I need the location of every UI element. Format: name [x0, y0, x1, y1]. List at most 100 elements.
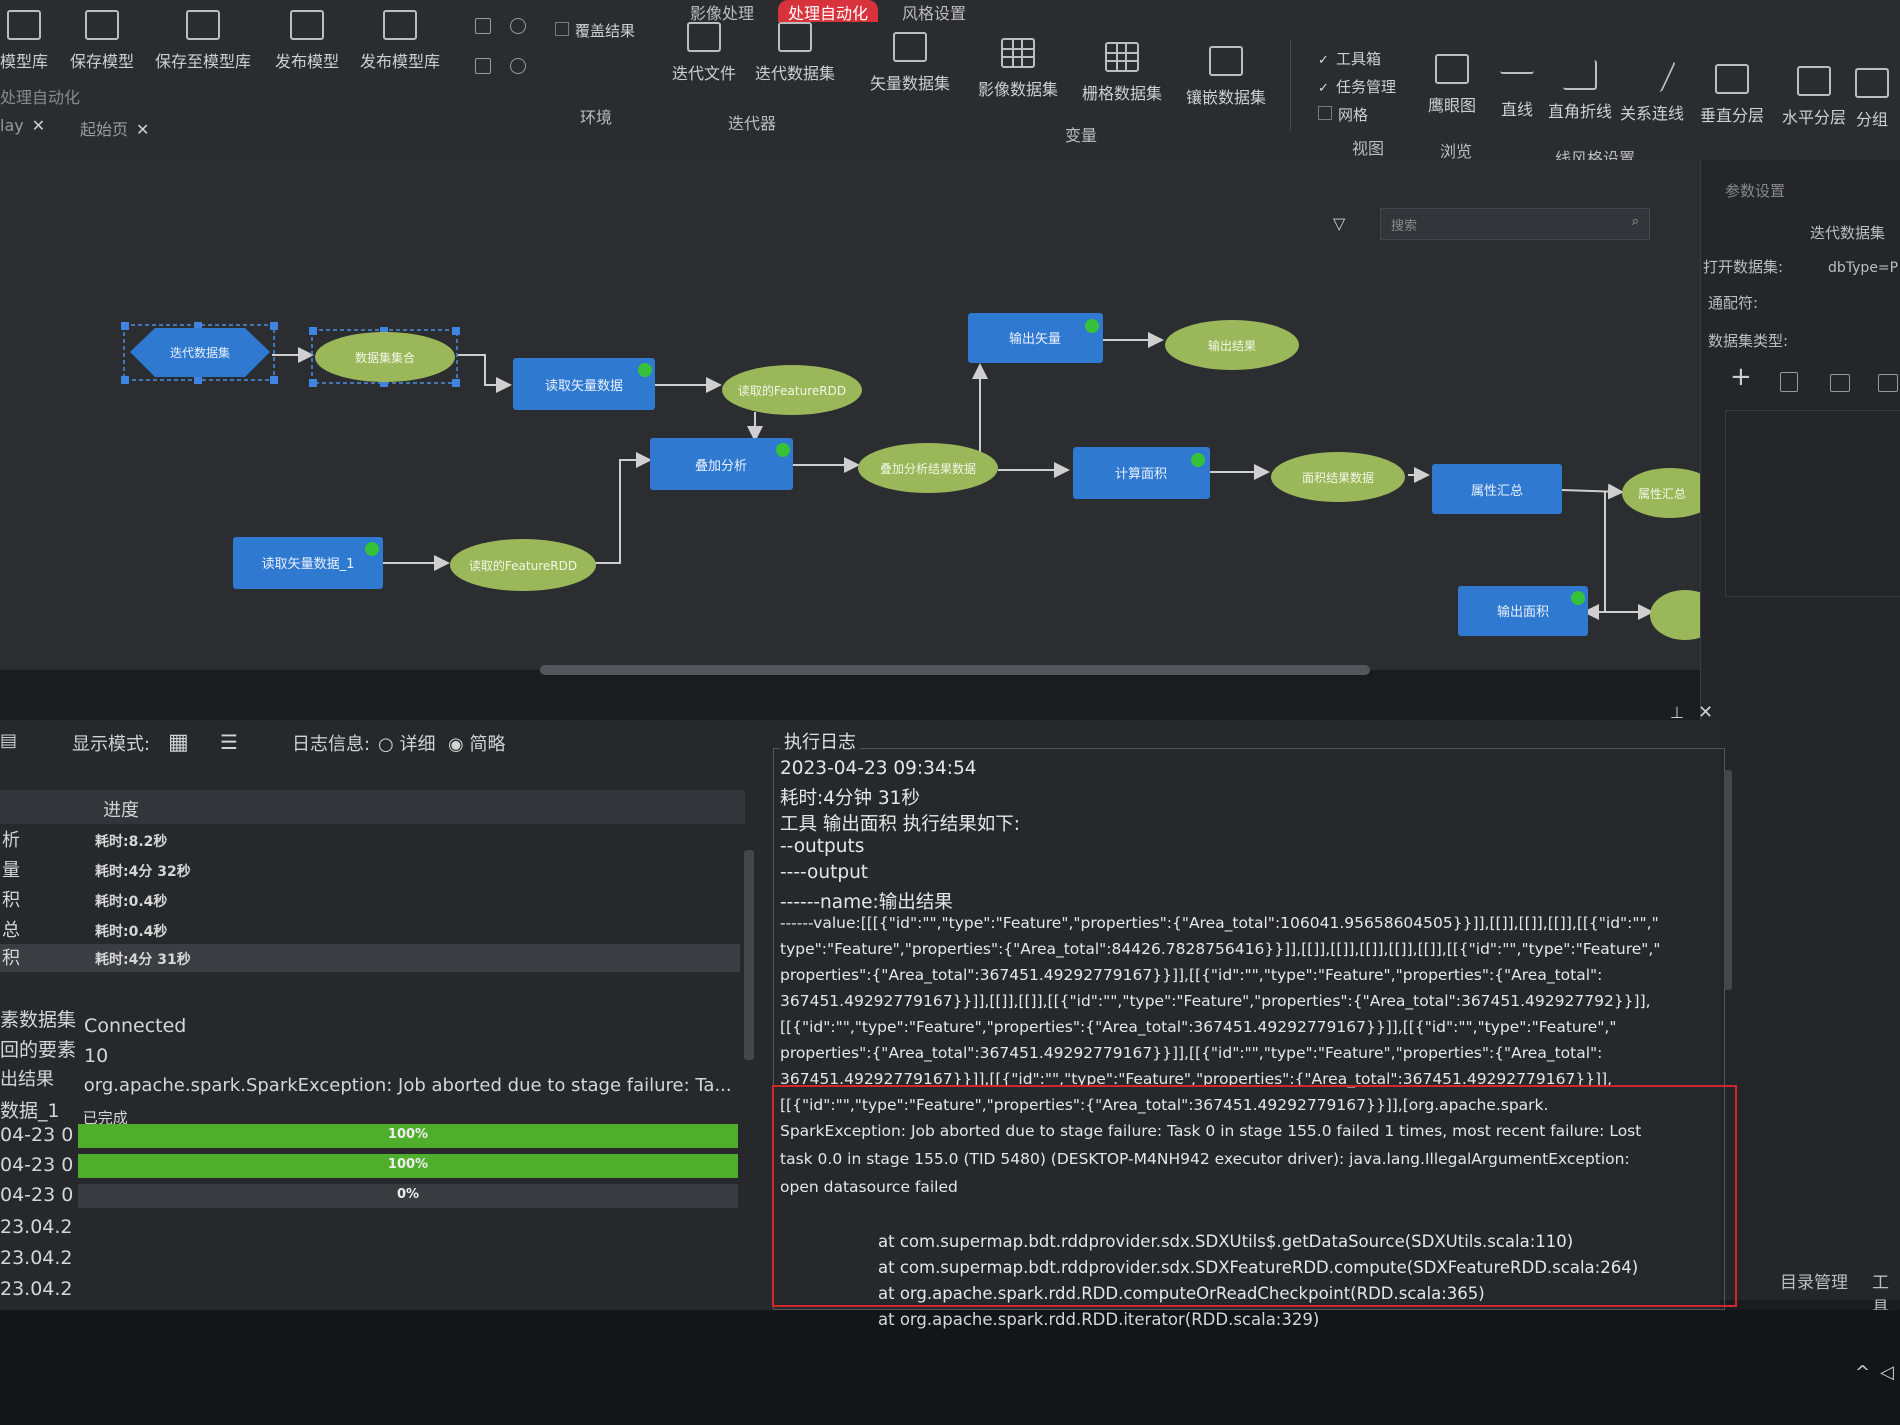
table-row-selected[interactable]: 积耗时:4分 31秒: [0, 944, 740, 972]
overlay-result-checkbox[interactable]: 覆盖结果: [555, 20, 635, 41]
info-row: 素数据集 Connected: [0, 1009, 187, 1037]
tab-image-processing[interactable]: 影像处理: [680, 0, 764, 23]
date-row: 23.04.2: [0, 1216, 73, 1238]
node-label: 面积结果数据: [1302, 470, 1374, 485]
model-lib-button[interactable]: 模型库: [0, 10, 48, 72]
search-input[interactable]: 搜索 ⌕: [1380, 208, 1650, 240]
list-view-icon[interactable]: ☰: [220, 730, 238, 754]
node-overlay[interactable]: 叠加分析: [650, 438, 793, 490]
props-title: 参数设置: [1725, 182, 1786, 200]
relation-line-button[interactable]: 关系连线: [1620, 62, 1684, 124]
group-label-browse: 浏览: [1440, 142, 1473, 161]
toolbox-checkbox[interactable]: ✓ 工具箱: [1318, 48, 1381, 69]
delete-icon[interactable]: [1780, 372, 1798, 392]
image-grid-icon: [1001, 38, 1035, 68]
mosaic-icon: [1209, 46, 1243, 76]
vertical-layer-icon: [1715, 64, 1749, 94]
tab-style-settings[interactable]: 风格设置: [892, 0, 976, 23]
orth-polyline-button[interactable]: 直角折线: [1548, 60, 1612, 122]
node-stats-result[interactable]: 属性汇总: [1622, 468, 1700, 518]
doc-tab-lay[interactable]: lay ✕: [0, 116, 45, 135]
node-read-vector[interactable]: 读取矢量数据: [513, 358, 655, 410]
task-manager-checkbox[interactable]: ✓ 任务管理: [1318, 76, 1396, 97]
node-label: 读取矢量数据_1: [262, 557, 355, 572]
iter-dataset-button[interactable]: 迭代数据集: [755, 22, 835, 84]
log-title: 执行日志: [780, 728, 860, 754]
undo-icon[interactable]: [510, 18, 526, 34]
table-row[interactable]: 积耗时:0.4秒: [0, 886, 740, 914]
paste-icon[interactable]: [475, 58, 491, 74]
filter-icon[interactable]: ▽: [1333, 214, 1345, 233]
node-stats[interactable]: 属性汇总: [1432, 464, 1562, 514]
group-label-view: 视图: [1352, 139, 1385, 158]
vector-icon: [893, 32, 927, 62]
date-row: 23.04.2: [0, 1278, 73, 1300]
publish-to-lib-button[interactable]: 发布模型库: [360, 10, 440, 72]
node-output-vector[interactable]: 输出矢量: [968, 313, 1103, 363]
wildcard-label: 通配符:: [1708, 294, 1759, 312]
progress-row: 04-23 0 100%: [0, 1154, 740, 1180]
log-brief-radio[interactable]: ◉ 简略: [448, 730, 505, 756]
chevron-up-icon[interactable]: ^: [1855, 1362, 1870, 1383]
tab-processing-automation[interactable]: 处理自动化: [778, 0, 879, 23]
node-dataset-collection[interactable]: 数据集集合: [315, 332, 455, 382]
vertical-layer-button[interactable]: 垂直分层: [1700, 64, 1764, 126]
task-pane-scrollbar[interactable]: [744, 850, 754, 1060]
iter-file-button[interactable]: 迭代文件: [672, 22, 736, 84]
edit-icon[interactable]: ▤: [0, 730, 17, 751]
horizontal-layer-button[interactable]: 水平分层: [1782, 66, 1846, 128]
add-icon[interactable]: +: [1730, 362, 1752, 392]
publish-model-button[interactable]: 发布模型: [275, 10, 339, 72]
group-button[interactable]: 分组: [1855, 68, 1889, 130]
import-icon[interactable]: [1830, 374, 1850, 392]
group-label-variable: 变量: [1065, 126, 1098, 145]
node-read-vector-1[interactable]: 读取矢量数据_1: [233, 537, 383, 589]
open-dataset-value[interactable]: dbType=P: [1828, 260, 1898, 276]
table-row[interactable]: 总耗时:0.4秒: [0, 916, 740, 944]
grid-view-icon[interactable]: ▦: [168, 730, 189, 755]
grid-dataset-button[interactable]: 栅格数据集: [1082, 42, 1162, 104]
node-label: 输出矢量: [1009, 331, 1061, 347]
node-output-area[interactable]: 输出面积: [1458, 586, 1588, 636]
export-icon[interactable]: [1878, 374, 1898, 392]
node-label: 读取矢量数据: [545, 379, 623, 394]
log-detail-radio[interactable]: ○ 详细: [378, 730, 435, 756]
copy-icon[interactable]: [475, 18, 491, 34]
close-icon[interactable]: ✕: [1698, 702, 1713, 723]
node-output-area-result[interactable]: [1650, 590, 1700, 640]
node-area-result[interactable]: 面积结果数据: [1271, 452, 1405, 502]
node-output-result[interactable]: 输出结果: [1165, 320, 1299, 370]
pin-icon[interactable]: ⊥: [1670, 703, 1684, 722]
vector-dataset-button[interactable]: 矢量数据集: [870, 32, 950, 94]
node-overlay-result[interactable]: 叠加分析结果数据: [858, 443, 998, 493]
grid-checkbox[interactable]: 网格: [1318, 104, 1368, 125]
ribbon-top-tabs: 影像处理 处理自动化 风格设置: [680, 0, 976, 23]
close-icon[interactable]: ✕: [136, 120, 149, 139]
table-row[interactable]: 析耗时:8.2秒: [0, 826, 740, 854]
status-dot: [638, 363, 652, 377]
node-iter-dataset[interactable]: 迭代数据集: [130, 328, 270, 377]
image-dataset-button[interactable]: 影像数据集: [978, 38, 1058, 100]
speaker-icon[interactable]: ◁: [1880, 1362, 1894, 1383]
save-to-lib-button[interactable]: 保存至模型库: [155, 10, 251, 72]
log-scrollbar[interactable]: [1724, 770, 1732, 990]
mosaic-dataset-button[interactable]: 镶嵌数据集: [1186, 46, 1266, 108]
open-dataset-label: 打开数据集:: [1703, 258, 1784, 276]
log-info-label: 日志信息:: [292, 734, 371, 755]
eagle-eye-button[interactable]: 鹰眼图: [1428, 54, 1476, 116]
status-dot: [776, 443, 790, 457]
check-icon: ✓: [1318, 81, 1329, 96]
straight-line-button[interactable]: 直线: [1500, 58, 1534, 120]
node-calc-area[interactable]: 计算面积: [1073, 447, 1210, 499]
node-feature-rdd-2[interactable]: 读取的FeatureRDD: [450, 539, 596, 591]
dataset-type-list[interactable]: [1725, 410, 1900, 597]
relation-line-icon: [1628, 62, 1676, 92]
canvas-horizontal-scrollbar[interactable]: [540, 665, 1370, 675]
close-icon[interactable]: ✕: [32, 116, 45, 135]
catalog-manager-tab[interactable]: 目录管理: [1780, 1268, 1848, 1293]
save-model-button[interactable]: 保存模型: [70, 10, 134, 72]
table-row[interactable]: 量耗时:4分 32秒: [0, 856, 740, 884]
node-feature-rdd-1[interactable]: 读取的FeatureRDD: [722, 365, 862, 415]
doc-tab-start[interactable]: 起始页 ✕: [80, 116, 149, 140]
redo-icon[interactable]: [510, 58, 526, 74]
